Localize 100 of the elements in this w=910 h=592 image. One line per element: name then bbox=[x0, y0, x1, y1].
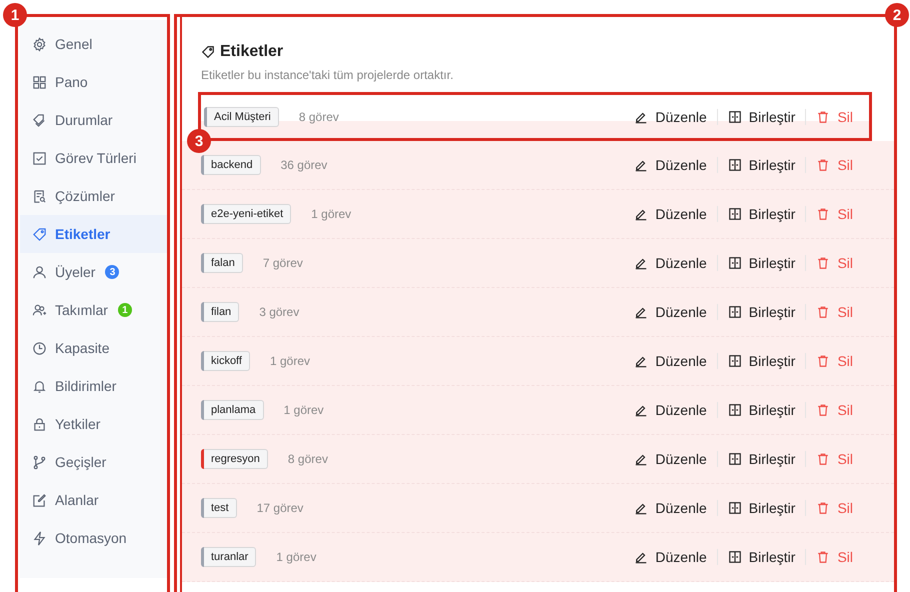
edit-button[interactable]: Düzenle bbox=[624, 500, 717, 516]
merge-icon bbox=[728, 110, 742, 124]
merge-icon bbox=[728, 501, 742, 515]
sidebar-item[interactable]: Otomasyon bbox=[20, 519, 167, 557]
sidebar-item[interactable]: Görev Türleri bbox=[20, 139, 167, 177]
tag-chip: e2e-yeni-etiket bbox=[204, 204, 292, 224]
edit-button[interactable]: Düzenle bbox=[624, 304, 717, 320]
trash-icon bbox=[816, 550, 830, 564]
merge-button[interactable]: Birleştir bbox=[718, 549, 806, 565]
count-badge: 1 bbox=[118, 303, 132, 317]
task-count: 36 görev bbox=[280, 158, 328, 172]
merge-button[interactable]: Birleştir bbox=[718, 304, 806, 320]
annotation-number: 1 bbox=[3, 3, 27, 27]
merge-button[interactable]: Birleştir bbox=[718, 255, 806, 271]
tag-chip: test bbox=[204, 498, 237, 518]
edit-button[interactable]: Düzenle bbox=[624, 108, 717, 124]
merge-icon bbox=[728, 354, 742, 368]
lightning-icon bbox=[32, 530, 47, 546]
tag-chip: kickoff bbox=[204, 351, 250, 371]
sidebar-item[interactable]: Pano bbox=[20, 63, 167, 101]
delete-button[interactable]: Sil bbox=[806, 500, 869, 516]
merge-button[interactable]: Birleştir bbox=[718, 108, 806, 124]
sidebar-item[interactable]: Geçişler bbox=[20, 443, 167, 481]
users-icon bbox=[32, 302, 47, 318]
annotation-number: 3 bbox=[187, 129, 211, 153]
pencil-icon bbox=[634, 110, 648, 124]
task-count: 1 görev bbox=[276, 550, 316, 564]
delete-button[interactable]: Sil bbox=[806, 108, 869, 124]
branch-icon bbox=[32, 454, 47, 470]
task-count: 1 görev bbox=[270, 354, 310, 368]
sidebar-item[interactable]: Kapasite bbox=[20, 329, 167, 367]
checkbox-icon bbox=[32, 150, 47, 166]
merge-button[interactable]: Birleştir bbox=[718, 157, 806, 173]
edit-button[interactable]: Düzenle bbox=[624, 255, 717, 271]
sidebar-item[interactable]: Durumlar bbox=[20, 101, 167, 139]
sidebar-item[interactable]: Yetkiler bbox=[20, 405, 167, 443]
delete-button[interactable]: Sil bbox=[806, 451, 869, 467]
edit-button[interactable]: Düzenle bbox=[624, 402, 717, 418]
trash-icon bbox=[816, 256, 830, 270]
merge-button[interactable]: Birleştir bbox=[718, 206, 806, 222]
edit-button[interactable]: Düzenle bbox=[624, 549, 717, 565]
task-count: 1 görev bbox=[311, 207, 352, 221]
tags-icon bbox=[32, 112, 47, 128]
task-count: 8 görev bbox=[298, 110, 339, 124]
grid-icon bbox=[32, 74, 47, 90]
pencil-icon bbox=[634, 207, 648, 221]
sidebar-item[interactable]: Genel bbox=[20, 25, 167, 63]
document-icon bbox=[32, 188, 47, 204]
trash-icon bbox=[816, 501, 830, 515]
task-count: 17 görev bbox=[256, 501, 304, 515]
sidebar-item[interactable]: Alanlar bbox=[20, 481, 167, 519]
edit-button[interactable]: Düzenle bbox=[624, 157, 717, 173]
edit-button[interactable]: Düzenle bbox=[624, 451, 717, 467]
trash-icon bbox=[816, 452, 830, 466]
merge-icon bbox=[728, 256, 742, 270]
delete-button[interactable]: Sil bbox=[806, 353, 869, 369]
page-title: Etiketler bbox=[220, 43, 284, 61]
tag-chip: backend bbox=[204, 155, 261, 175]
trash-icon bbox=[816, 354, 830, 368]
merge-icon bbox=[728, 452, 742, 466]
pencil-icon bbox=[634, 452, 648, 466]
edit-button[interactable]: Düzenle bbox=[624, 206, 717, 222]
delete-button[interactable]: Sil bbox=[806, 549, 869, 565]
delete-button[interactable]: Sil bbox=[806, 402, 869, 418]
tag-icon bbox=[201, 45, 215, 59]
sidebar-item[interactable]: Bildirimler bbox=[20, 367, 167, 405]
edit-icon bbox=[32, 492, 47, 508]
sidebar-item[interactable]: Çözümler bbox=[20, 177, 167, 215]
delete-button[interactable]: Sil bbox=[806, 255, 869, 271]
sidebar-item[interactable]: Etiketler bbox=[20, 215, 167, 253]
pencil-icon bbox=[634, 550, 648, 564]
task-count: 8 görev bbox=[288, 452, 328, 466]
merge-button[interactable]: Birleştir bbox=[718, 353, 806, 369]
tag-chip: Acil Müşteri bbox=[207, 106, 279, 126]
user-icon bbox=[32, 264, 47, 280]
tag-chip: filan bbox=[204, 302, 240, 322]
merge-icon bbox=[728, 305, 742, 319]
merge-button[interactable]: Birleştir bbox=[718, 451, 806, 467]
delete-button[interactable]: Sil bbox=[806, 157, 869, 173]
tag-chip: planlama bbox=[204, 400, 264, 420]
pencil-icon bbox=[634, 305, 648, 319]
lock-icon bbox=[32, 416, 47, 432]
trash-icon bbox=[816, 110, 830, 124]
tag-icon bbox=[32, 226, 47, 242]
delete-button[interactable]: Sil bbox=[806, 206, 869, 222]
merge-button[interactable]: Birleştir bbox=[718, 402, 806, 418]
pencil-icon bbox=[634, 354, 648, 368]
page-description: Etiketler bu instance'taki tüm projelerde ortaktır. bbox=[201, 68, 454, 82]
task-count: 1 görev bbox=[284, 403, 324, 417]
count-badge: 3 bbox=[105, 265, 120, 279]
task-count: 7 görev bbox=[262, 256, 303, 270]
trash-icon bbox=[816, 305, 830, 319]
edit-button[interactable]: Düzenle bbox=[624, 353, 717, 369]
delete-button[interactable]: Sil bbox=[806, 304, 869, 320]
bell-icon bbox=[32, 378, 47, 394]
sidebar-item[interactable]: Üyeler 3 bbox=[20, 253, 167, 291]
clock-icon bbox=[32, 340, 47, 356]
merge-button[interactable]: Birleştir bbox=[718, 500, 806, 516]
merge-icon bbox=[728, 207, 742, 221]
sidebar-item[interactable]: Takımlar 1 bbox=[20, 291, 167, 329]
